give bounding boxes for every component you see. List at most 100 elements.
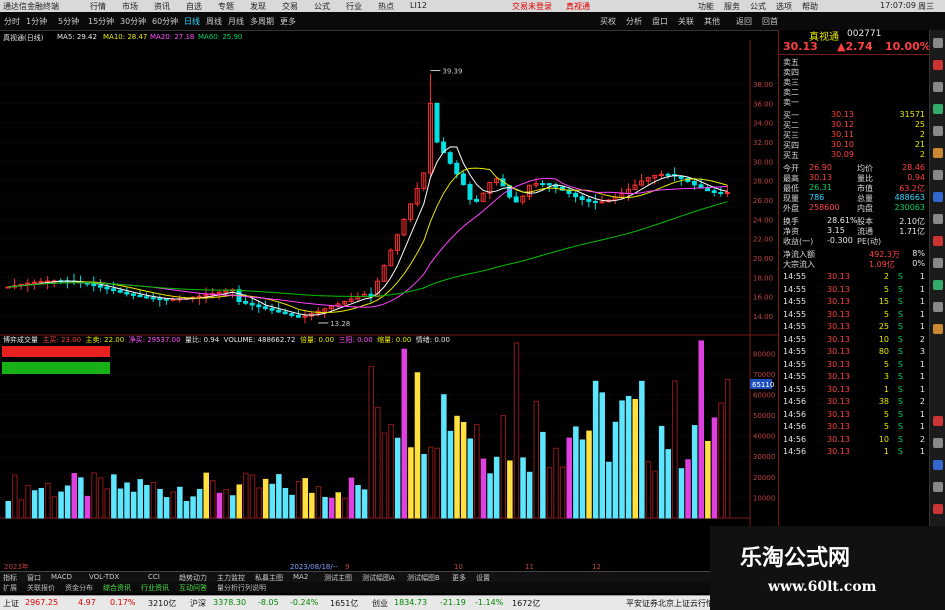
side-icon[interactable] bbox=[933, 482, 943, 492]
menu-func[interactable]: 功能 bbox=[698, 1, 714, 12]
period-tab[interactable]: 更多 bbox=[280, 16, 296, 27]
tick-time: 14:56 bbox=[783, 409, 807, 419]
period-tab[interactable]: 5分钟 bbox=[58, 16, 79, 27]
side-icon[interactable] bbox=[933, 460, 943, 470]
side-icon[interactable] bbox=[933, 104, 943, 114]
period-tab[interactable]: 60分钟 bbox=[152, 16, 178, 27]
cy-index-label[interactable]: 创业 bbox=[372, 598, 388, 609]
period-tab[interactable]: 15分钟 bbox=[88, 16, 114, 27]
sub-tab[interactable]: 互动问答 bbox=[179, 583, 207, 593]
indicator-tab[interactable]: VOL-TDX bbox=[89, 573, 119, 581]
tick-price: 30.13 bbox=[827, 359, 850, 369]
bid-price: 30.11 bbox=[831, 130, 854, 139]
candle-body bbox=[718, 192, 724, 195]
period-tab[interactable]: 分时 bbox=[4, 16, 20, 27]
nav-back[interactable]: 返回 bbox=[736, 16, 752, 27]
menu-help[interactable]: 帮助 bbox=[802, 1, 818, 12]
sz-index-pct: -0.24% bbox=[290, 598, 319, 607]
tick-price: 30.13 bbox=[827, 297, 850, 306]
tick-row: 14:55 30.13 2 S 1 bbox=[779, 272, 929, 282]
tick-count: 1 bbox=[919, 372, 925, 381]
side-icon[interactable] bbox=[933, 504, 943, 514]
watermark-url: www.60lt.com bbox=[768, 579, 877, 595]
last-price: 30.13 bbox=[783, 40, 818, 53]
sub-tab[interactable]: 量分析行列说明 bbox=[217, 583, 266, 593]
nav-related[interactable]: 关联 bbox=[678, 16, 694, 27]
price-axis-label: 36.00 bbox=[753, 100, 773, 108]
menu-trade[interactable]: 交易 bbox=[282, 1, 298, 12]
side-icon[interactable] bbox=[933, 416, 943, 426]
nav-analysis[interactable]: 分析 bbox=[626, 16, 642, 27]
indicator-tab[interactable]: MA2 bbox=[293, 573, 308, 581]
stock-link[interactable]: 真视通 bbox=[566, 1, 590, 12]
volume-bar bbox=[454, 415, 460, 519]
tick-count: 2 bbox=[919, 397, 925, 406]
volume-bar bbox=[500, 415, 506, 519]
sh-index-label[interactable]: 上证 bbox=[3, 598, 19, 609]
menu-topics[interactable]: 专题 bbox=[218, 1, 234, 12]
side-icon[interactable] bbox=[933, 192, 943, 202]
nav-orderbook[interactable]: 盘口 bbox=[652, 16, 668, 27]
volume-axis-label: 80000 bbox=[753, 350, 775, 358]
volume-bar bbox=[573, 426, 579, 519]
side-icon[interactable] bbox=[933, 38, 943, 48]
menu-industry[interactable]: 行业 bbox=[346, 1, 362, 12]
sub-tab[interactable]: 关联报价 bbox=[27, 583, 55, 593]
side-icon[interactable] bbox=[933, 236, 943, 246]
sub-tab[interactable]: 资金分布 bbox=[65, 583, 93, 593]
menu-watchlist[interactable]: 自选 bbox=[186, 1, 202, 12]
side-icon[interactable] bbox=[933, 438, 943, 448]
period-tab[interactable]: 月线 bbox=[228, 16, 244, 27]
indicator-name: 博弈成交量 bbox=[3, 336, 38, 344]
tick-time: 14:55 bbox=[783, 284, 807, 294]
menu-formula[interactable]: 公式 bbox=[314, 1, 330, 12]
indicator-tab[interactable]: CCI bbox=[148, 573, 160, 581]
side-icon[interactable] bbox=[933, 302, 943, 312]
menu-options[interactable]: 选项 bbox=[776, 1, 792, 12]
candle-body bbox=[579, 196, 585, 200]
side-icon[interactable] bbox=[933, 60, 943, 70]
side-icon[interactable] bbox=[933, 126, 943, 136]
menu-li12[interactable]: LI12 bbox=[410, 1, 427, 10]
menu-service[interactable]: 服务 bbox=[724, 1, 740, 12]
period-tab[interactable]: 周线 bbox=[206, 16, 222, 27]
stat-row: 最高 30.13 量比 0.94 bbox=[779, 173, 929, 183]
sub-tab[interactable]: 综合资讯 bbox=[103, 583, 131, 593]
side-icon[interactable] bbox=[933, 258, 943, 268]
tick-side: S bbox=[897, 284, 903, 294]
flow-label: 大宗流入 bbox=[783, 260, 815, 269]
nav-home[interactable]: 回首 bbox=[762, 16, 778, 27]
side-icon[interactable] bbox=[933, 214, 943, 224]
menu-hot[interactable]: 热点 bbox=[378, 1, 394, 12]
menu-discover[interactable]: 发现 bbox=[250, 1, 266, 12]
period-tab[interactable]: 30分钟 bbox=[120, 16, 146, 27]
tick-side: S bbox=[897, 372, 903, 381]
side-icon[interactable] bbox=[933, 170, 943, 180]
period-tab-active[interactable]: 日线 bbox=[184, 16, 200, 27]
side-icon[interactable] bbox=[933, 148, 943, 158]
side-icon[interactable] bbox=[933, 82, 943, 92]
three-yang: 三阳: 0.00 bbox=[338, 336, 373, 344]
sz-index-label[interactable]: 沪深 bbox=[190, 598, 206, 609]
side-icon[interactable] bbox=[933, 280, 943, 290]
menu-market[interactable]: 市场 bbox=[122, 1, 138, 12]
volume-bar bbox=[18, 499, 25, 519]
trade-login-link[interactable]: 交易未登录 bbox=[512, 1, 552, 12]
menu-formula2[interactable]: 公式 bbox=[750, 1, 766, 12]
period-tab[interactable]: 1分钟 bbox=[26, 16, 47, 27]
menu-hq[interactable]: 行情 bbox=[90, 1, 106, 12]
side-icon[interactable] bbox=[933, 324, 943, 334]
volume-bar bbox=[183, 501, 190, 519]
sub-tab[interactable]: 扩展 bbox=[3, 583, 17, 593]
kline-chart[interactable]: 38.00 36.00 34.00 32.00 30.00 28.00 26.00 24.00… bbox=[0, 40, 778, 571]
nav-other[interactable]: 其他 bbox=[704, 16, 720, 27]
sub-tab[interactable]: 行业资讯 bbox=[141, 583, 169, 593]
stat-value: 488663 bbox=[894, 193, 925, 202]
period-tab[interactable]: 多周期 bbox=[250, 16, 274, 27]
volume-bar bbox=[421, 454, 427, 519]
volume-bar bbox=[355, 485, 361, 519]
nav-exit[interactable]: 买权 bbox=[600, 16, 616, 27]
indicator-tab[interactable]: MACD bbox=[51, 573, 72, 581]
menu-news[interactable]: 资讯 bbox=[154, 1, 170, 12]
tick-side: S bbox=[897, 334, 903, 344]
